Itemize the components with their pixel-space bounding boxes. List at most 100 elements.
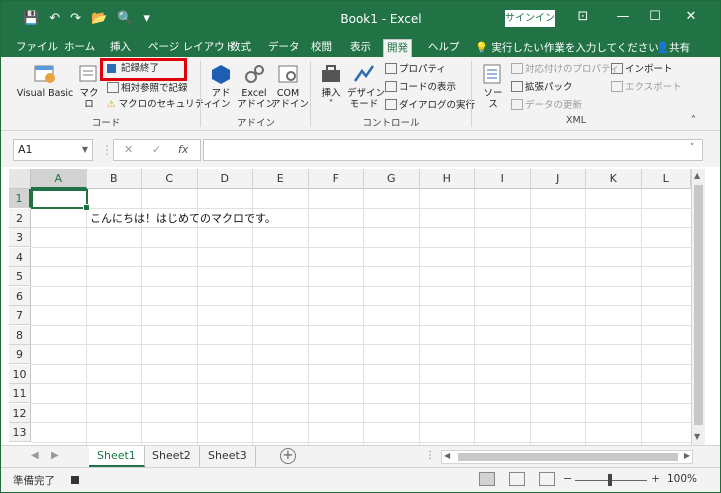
com-addins-button[interactable]: COM アドイン <box>271 63 309 110</box>
column-header-a[interactable]: A <box>31 169 87 189</box>
normal-view-icon[interactable] <box>479 472 495 486</box>
view-code-button[interactable]: コードの表示 <box>385 81 456 93</box>
row-header-7[interactable]: 7 <box>9 306 31 325</box>
macro-button[interactable]: マクロ <box>75 63 103 110</box>
row-header-4[interactable]: 4 <box>9 247 31 267</box>
open-icon[interactable]: 📂 <box>91 11 107 26</box>
row-header-8[interactable]: 8 <box>9 325 31 345</box>
tab-view[interactable]: 表示 <box>347 39 374 57</box>
refresh-data-button[interactable]: データの更新 <box>511 99 582 111</box>
tab-split-grip-icon[interactable]: ⋮ <box>425 450 435 461</box>
zoom-slider-handle[interactable] <box>608 474 612 486</box>
share-button[interactable]: 👤共有 <box>656 40 690 55</box>
page-break-view-icon[interactable] <box>539 472 555 486</box>
minimize-icon[interactable]: — <box>613 9 633 24</box>
undo-icon[interactable]: ↶ <box>49 11 60 26</box>
column-header-k[interactable]: K <box>586 169 642 189</box>
column-header-i[interactable]: I <box>475 169 531 189</box>
addins-button[interactable]: アド イン <box>207 63 235 110</box>
row-header-6[interactable]: 6 <box>9 286 31 306</box>
tab-file[interactable]: ファイル <box>13 39 61 57</box>
horizontal-scrollbar[interactable]: ◀ ▶ <box>441 450 693 464</box>
signin-button[interactable]: サインイン <box>505 10 555 27</box>
macro-security-button[interactable]: ⚠ マクロのセキュリティ <box>107 99 213 110</box>
scroll-right-icon[interactable]: ▶ <box>684 451 690 460</box>
column-header-j[interactable]: J <box>530 169 586 189</box>
insert-function-icon[interactable]: fx <box>178 143 188 156</box>
tab-insert[interactable]: 挿入 <box>107 39 134 57</box>
page-layout-view-icon[interactable] <box>509 472 525 486</box>
tell-me-search[interactable]: 💡 実行したい作業を入力してください <box>475 40 659 55</box>
add-sheet-icon[interactable]: + <box>280 448 296 464</box>
cell-area[interactable] <box>31 189 697 445</box>
sheet-tab-sheet2[interactable]: Sheet2 <box>144 446 200 467</box>
zoom-level[interactable]: 100% <box>667 473 697 485</box>
select-all-corner[interactable] <box>9 169 31 189</box>
vertical-scroll-thumb[interactable] <box>694 185 703 425</box>
next-sheet-icon[interactable]: ▶ <box>51 450 59 461</box>
macro-recording-stop-icon[interactable] <box>71 476 79 484</box>
row-header-3[interactable]: 3 <box>9 228 31 247</box>
scroll-up-icon[interactable]: ▲ <box>694 171 700 180</box>
sheet-tab-sheet1[interactable]: Sheet1 <box>89 446 145 467</box>
tab-formulas[interactable]: 数式 <box>227 39 254 57</box>
horizontal-scroll-thumb[interactable] <box>458 453 678 461</box>
column-header-f[interactable]: F <box>308 169 364 189</box>
column-header-g[interactable]: G <box>364 169 420 189</box>
customize-qat-icon[interactable]: ▾ <box>143 11 150 26</box>
column-header-h[interactable]: H <box>419 169 475 189</box>
row-header-1[interactable]: 1 <box>9 189 31 208</box>
visual-basic-button[interactable]: Visual Basic <box>15 63 75 99</box>
tab-help[interactable]: ヘルプ <box>425 39 463 57</box>
export-button[interactable]: エクスポート <box>611 81 682 93</box>
collapse-ribbon-icon[interactable]: ˄ <box>691 115 696 126</box>
expansion-packs-button[interactable]: 拡張パック <box>511 81 573 93</box>
column-header-d[interactable]: D <box>197 169 253 189</box>
properties-button[interactable]: プロパティ <box>385 63 446 75</box>
sheet-tab-sheet3[interactable]: Sheet3 <box>200 446 256 467</box>
scroll-left-icon[interactable]: ◀ <box>444 451 450 460</box>
tab-developer[interactable]: 開発 <box>383 39 412 57</box>
name-box[interactable]: A1 ▼ <box>13 139 93 161</box>
tab-review[interactable]: 校閲 <box>308 39 335 57</box>
row-header-9[interactable]: 9 <box>9 345 31 364</box>
prev-sheet-icon[interactable]: ◀ <box>31 450 39 461</box>
relative-reference-button[interactable]: 相対参照で記録 <box>107 82 188 94</box>
design-mode-button[interactable]: デザイン モード <box>347 63 385 110</box>
tab-data[interactable]: データ <box>265 39 303 57</box>
close-icon[interactable]: ✕ <box>681 9 701 24</box>
row-header-12[interactable]: 12 <box>9 403 31 423</box>
enter-icon[interactable]: ✓ <box>152 143 161 156</box>
import-button[interactable]: インポート <box>611 63 673 75</box>
excel-addins-button[interactable]: Excel アドイン <box>237 63 275 110</box>
tab-home[interactable]: ホーム <box>61 39 98 57</box>
formula-input[interactable] <box>203 139 703 161</box>
active-cell-a1[interactable] <box>31 189 90 211</box>
redo-icon[interactable]: ↷ <box>70 11 81 26</box>
column-header-l[interactable]: L <box>641 169 691 189</box>
xml-source-button[interactable]: ソース <box>479 63 507 110</box>
column-header-b[interactable]: B <box>86 169 142 189</box>
save-icon[interactable]: 💾 <box>23 11 39 26</box>
tab-page-layout[interactable]: ページ レイアウト <box>145 39 238 57</box>
column-header-c[interactable]: C <box>142 169 198 189</box>
row-header-10[interactable]: 10 <box>9 364 31 384</box>
row-header-2[interactable]: 2 <box>9 208 31 228</box>
expand-formula-bar-icon[interactable]: ˅ <box>690 143 695 153</box>
cell-b2[interactable]: こんにちは！はじめてのマクロです。 <box>90 210 276 226</box>
ribbon-display-icon[interactable]: ⊡ <box>573 9 593 24</box>
row-header-11[interactable]: 11 <box>9 384 31 403</box>
name-box-dropdown-icon[interactable]: ▼ <box>82 140 88 160</box>
insert-control-button[interactable]: 挿入 ˅ <box>317 63 345 110</box>
cancel-icon[interactable]: ✕ <box>124 143 133 156</box>
scroll-down-icon[interactable]: ▼ <box>694 432 700 441</box>
zoom-in-icon[interactable]: + <box>651 472 660 485</box>
row-header-13[interactable]: 13 <box>9 423 31 442</box>
zoom-out-icon[interactable]: − <box>563 472 572 485</box>
column-header-e[interactable]: E <box>253 169 309 189</box>
run-dialog-button[interactable]: ダイアログの実行 <box>385 99 475 111</box>
maximize-icon[interactable]: ☐ <box>645 9 665 24</box>
map-properties-button[interactable]: 対応付けのプロパティ <box>511 63 619 75</box>
row-header-5[interactable]: 5 <box>9 267 31 286</box>
print-preview-icon[interactable]: 🔍 <box>117 11 133 26</box>
